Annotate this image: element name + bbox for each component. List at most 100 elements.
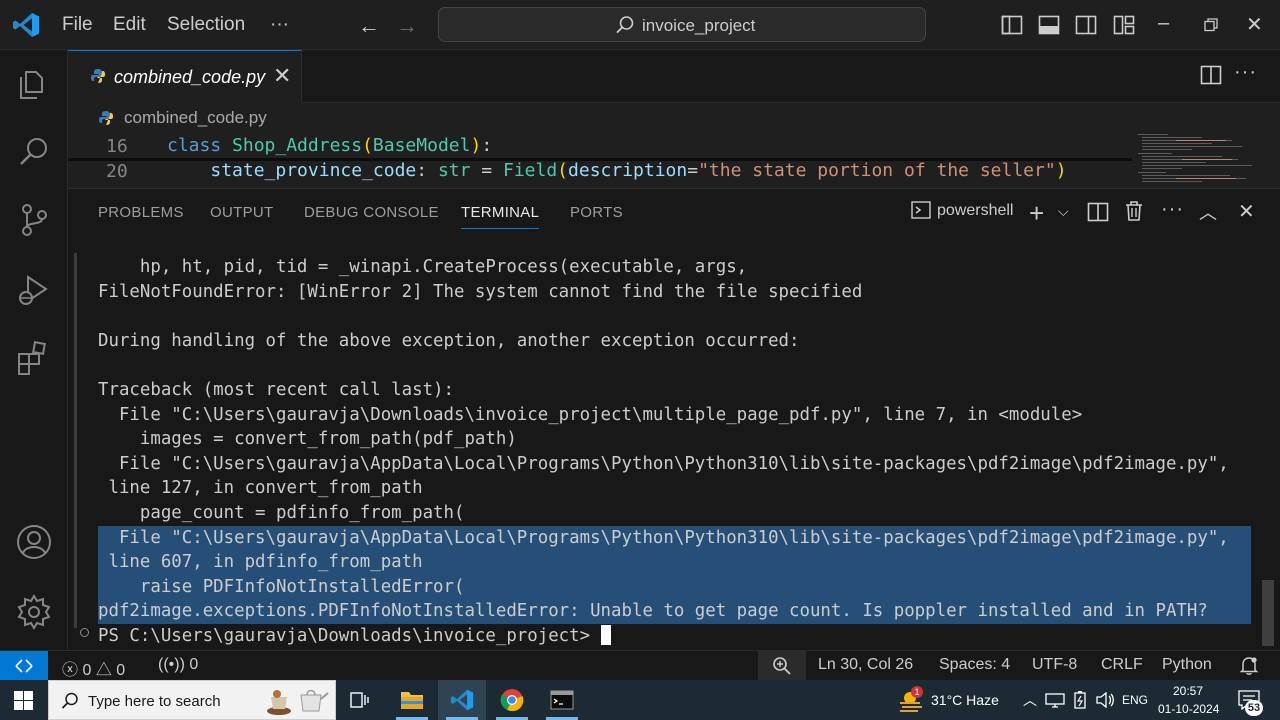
volume-icon[interactable] <box>1095 692 1115 708</box>
punct-token <box>167 160 210 181</box>
language-mode[interactable]: Python <box>1162 656 1212 674</box>
breadcrumb: combined_code.py <box>68 104 1280 132</box>
terminal-line: File "C:\Users\gauravja\Downloads\invoic… <box>98 404 1083 425</box>
restore-icon[interactable] <box>1204 18 1218 32</box>
accounts-icon[interactable] <box>16 524 52 560</box>
terminal-shell-selector[interactable]: powershell <box>911 201 1013 220</box>
breadcrumb-file[interactable]: combined_code.py <box>124 108 267 128</box>
end-of-line[interactable]: CRLF <box>1101 656 1143 674</box>
windows-start-icon[interactable] <box>14 691 33 710</box>
menu-edit[interactable]: Edit <box>113 14 146 36</box>
vscode-logo-icon <box>13 13 39 37</box>
terminal-line: hp, ht, pid, tid = _winapi.CreateProcess… <box>98 257 748 277</box>
tab-problems[interactable]: PROBLEMS <box>98 204 184 221</box>
folder-icon <box>401 692 423 709</box>
indentation[interactable]: Spaces: 4 <box>939 656 1010 674</box>
more-actions-icon[interactable]: ··· <box>1161 198 1184 221</box>
vscode-icon <box>450 689 474 711</box>
terminal-line: images = convert_from_path(pdf_path) <box>98 429 517 450</box>
new-terminal-icon[interactable]: + <box>1029 198 1044 229</box>
bottom-panel: PROBLEMS OUTPUT DEBUG CONSOLE TERMINAL P… <box>68 188 1280 650</box>
punct-token: : <box>481 135 493 156</box>
search-icon[interactable] <box>16 134 52 170</box>
terminal-line: raise PDFInfoNotInstalledError( <box>98 574 1251 600</box>
terminal-prompt: PS C:\Users\gauravja\Downloads\invoice_p… <box>98 626 601 646</box>
input-language[interactable]: ENG <box>1122 693 1148 707</box>
file-explorer-taskbar[interactable] <box>388 680 436 720</box>
punct-token: = <box>470 160 503 181</box>
punct-token <box>221 135 232 156</box>
menu-file[interactable]: File <box>62 14 93 36</box>
tab-output[interactable]: OUTPUT <box>210 204 273 221</box>
identifier-token: description <box>568 160 688 181</box>
ports-status[interactable]: ((•)) 0 <box>158 656 198 674</box>
more-actions-icon[interactable]: ··· <box>1234 61 1257 84</box>
cursor-position[interactable]: Ln 30, Col 26 <box>818 656 913 674</box>
trash-icon[interactable] <box>1124 200 1144 222</box>
chevron-down-icon[interactable]: ⌵ <box>1058 203 1069 220</box>
remote-indicator[interactable] <box>0 651 48 681</box>
problems-status[interactable]: ⓧ 0 △ 0 <box>62 656 125 680</box>
command-center-search[interactable]: invoice_project <box>438 7 926 42</box>
terminal-scrollbar[interactable] <box>1262 580 1274 646</box>
task-view-button[interactable] <box>336 680 384 720</box>
terminal-taskbar[interactable] <box>538 680 586 720</box>
terminal-line: line 607, in pdfinfo_from_path <box>98 550 1251 575</box>
tab-terminal[interactable]: TERMINAL <box>461 204 540 229</box>
tab-debug-console[interactable]: DEBUG CONSOLE <box>304 204 439 221</box>
punct-token: ( <box>362 135 373 156</box>
error-icon: ⓧ <box>62 662 79 679</box>
clock-date[interactable]: 01-10-2024 <box>1158 702 1219 716</box>
clock-time[interactable]: 20:57 <box>1173 684 1203 698</box>
keyword-token: class <box>167 135 222 156</box>
source-control-icon[interactable] <box>16 202 52 238</box>
notifications-bell-icon[interactable] <box>1239 656 1259 676</box>
forward-arrow-icon[interactable]: → <box>396 13 418 39</box>
taskbar-search[interactable]: Type here to search <box>48 680 336 720</box>
maximize-panel-icon[interactable]: ︿ <box>1199 199 1217 225</box>
error-count: 0 <box>82 662 92 679</box>
terminal-prompt-line[interactable]: PS C:\Users\gauravja\Downloads\invoice_p… <box>98 624 611 649</box>
chrome-taskbar[interactable] <box>488 680 536 720</box>
close-tab-icon[interactable]: ✕ <box>273 63 291 89</box>
battery-icon[interactable] <box>1071 691 1091 709</box>
toggle-secondary-sidebar-icon[interactable] <box>1075 14 1097 36</box>
search-highlight-illustration-icon <box>267 689 329 715</box>
explorer-icon[interactable] <box>16 66 52 102</box>
split-editor-icon[interactable] <box>1200 64 1222 86</box>
command-decoration-icon[interactable] <box>80 628 89 637</box>
menu-selection[interactable]: Selection <box>167 14 245 36</box>
command-center-label: invoice_project <box>642 16 756 35</box>
minimize-icon[interactable]: – <box>1158 12 1169 35</box>
toggle-primary-sidebar-icon[interactable] <box>1001 14 1023 36</box>
show-hidden-icons-chevron-icon[interactable]: ︿ <box>1023 690 1037 710</box>
toggle-panel-icon[interactable] <box>1038 14 1060 36</box>
run-and-debug-icon[interactable] <box>16 272 52 308</box>
minimap[interactable] <box>1136 132 1260 188</box>
network-icon[interactable] <box>1045 692 1065 708</box>
tab-combined-code[interactable]: combined_code.py ✕ <box>68 50 302 103</box>
back-arrow-icon[interactable]: ← <box>358 13 380 39</box>
split-terminal-icon[interactable] <box>1087 201 1109 223</box>
chrome-icon <box>500 689 524 712</box>
class-token: Field <box>502 160 558 181</box>
activity-bar <box>0 50 68 650</box>
tab-ports[interactable]: PORTS <box>570 204 623 221</box>
line-number: 20 <box>106 161 128 182</box>
title-bar: File Edit Selection ··· ← → invoice_proj… <box>0 0 1280 50</box>
punct-token: : <box>416 160 438 181</box>
encoding[interactable]: UTF-8 <box>1032 656 1077 674</box>
task-view-icon <box>350 692 369 708</box>
customize-layout-icon[interactable] <box>1113 14 1135 36</box>
vscode-taskbar[interactable] <box>438 680 486 720</box>
manage-gear-icon[interactable] <box>16 594 52 630</box>
zoom-status[interactable] <box>758 651 806 681</box>
close-panel-icon[interactable]: ✕ <box>1238 199 1255 224</box>
menu-more[interactable]: ··· <box>270 14 289 36</box>
punct-token: ) <box>1055 160 1067 181</box>
punct-token: ( <box>557 160 569 181</box>
terminal-icon <box>911 201 931 219</box>
extensions-icon[interactable] <box>16 340 52 376</box>
weather-text[interactable]: 31°C Haze <box>931 692 999 708</box>
close-window-icon[interactable]: ✕ <box>1246 12 1263 37</box>
